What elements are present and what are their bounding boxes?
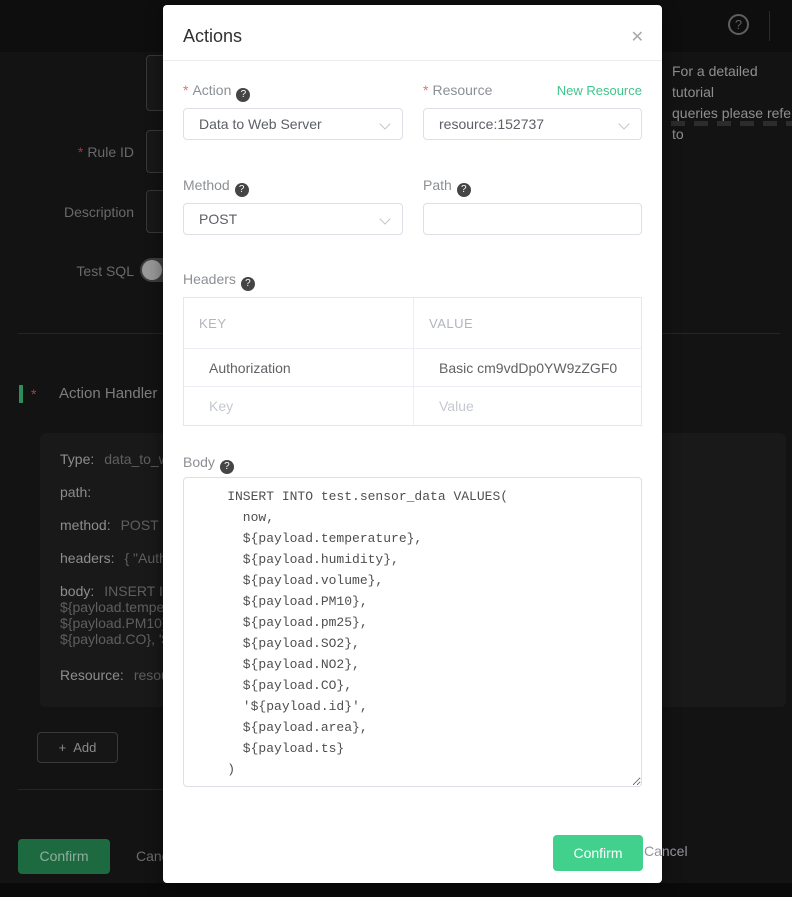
headers-label: Headers? xyxy=(183,271,255,291)
section-accent-bar xyxy=(19,385,23,403)
actions-modal: Actions ✕ *Action? *Resource New Resourc… xyxy=(163,5,662,883)
required-asterisk: * xyxy=(31,386,36,402)
card-row-body-wrap2: ${payload.PM10} xyxy=(60,615,167,631)
card-row-method: method:POST xyxy=(60,517,159,533)
header-key-cell[interactable]: Authorization xyxy=(184,349,414,387)
modal-header-divider xyxy=(163,60,662,61)
card-row-body-wrap1: ${payload.temper xyxy=(60,599,169,615)
card-row-type: Type:data_to_w xyxy=(60,451,169,467)
card-row-body-wrap3: ${payload.CO}, '$ xyxy=(60,631,169,647)
resource-select[interactable]: resource:152737 xyxy=(423,108,642,140)
close-icon[interactable]: ✕ xyxy=(631,27,644,47)
bottom-strip xyxy=(0,883,792,897)
plus-icon: + xyxy=(59,740,67,755)
new-header-key-input[interactable] xyxy=(209,387,403,425)
help-icon[interactable]: ? xyxy=(728,14,749,35)
rule-id-label: *Rule ID xyxy=(0,144,134,160)
path-input-wrap xyxy=(423,203,642,235)
key-column-header: KEY xyxy=(184,298,414,349)
header-value-cell[interactable]: Basic cm9vdDp0YW9zZGF0 xyxy=(414,349,641,387)
card-row-path: path: xyxy=(60,484,101,500)
path-input[interactable] xyxy=(424,204,641,234)
cancel-button[interactable]: Cancel xyxy=(644,843,688,859)
dashed-placeholder-row xyxy=(671,121,792,126)
resource-label: *Resource xyxy=(423,82,492,98)
headers-table-head: KEY VALUE xyxy=(184,298,641,349)
header-new-row xyxy=(184,387,641,425)
method-label: Method? xyxy=(183,177,249,197)
new-header-value-input[interactable] xyxy=(439,387,631,425)
body-label: Body? xyxy=(183,454,234,474)
help-icon[interactable]: ? xyxy=(235,183,249,197)
new-resource-link[interactable]: New Resource xyxy=(557,83,642,98)
tutorial-note: For a detailed tutorial queries please r… xyxy=(672,61,792,145)
card-row-resource: Resource:resou xyxy=(60,667,169,683)
action-select[interactable]: Data to Web Server xyxy=(183,108,403,140)
modal-title: Actions xyxy=(183,26,242,47)
description-label: Description xyxy=(0,204,134,220)
topbar-divider xyxy=(769,11,770,41)
value-column-header: VALUE xyxy=(414,298,641,349)
help-icon[interactable]: ? xyxy=(457,183,471,197)
bg-confirm-button[interactable]: Confirm xyxy=(18,839,110,874)
method-select[interactable]: POST xyxy=(183,203,403,235)
test-sql-label: Test SQL xyxy=(0,263,134,279)
card-row-body: body:INSERT IN xyxy=(60,583,173,599)
footer-divider xyxy=(18,789,163,790)
headers-table: KEY VALUE Authorization Basic cm9vdDp0YW… xyxy=(183,297,642,426)
card-row-headers: headers:{ "Auth xyxy=(60,550,167,566)
screen: ? For a detailed tutorial queries please… xyxy=(0,0,792,897)
toggle-knob xyxy=(142,260,162,280)
path-label: Path? xyxy=(423,177,471,197)
header-row: Authorization Basic cm9vdDp0YW9zZGF0 xyxy=(184,349,641,387)
chevron-down-icon xyxy=(381,120,389,128)
help-icon[interactable]: ? xyxy=(241,277,255,291)
action-handler-title: Action Handler xyxy=(59,385,157,402)
help-icon[interactable]: ? xyxy=(236,88,250,102)
chevron-down-icon xyxy=(620,120,628,128)
chevron-down-icon xyxy=(381,215,389,223)
confirm-button[interactable]: Confirm xyxy=(553,835,643,871)
required-asterisk: * xyxy=(78,144,83,160)
tutorial-note-line1: For a detailed tutorial xyxy=(672,61,792,103)
action-label: *Action? xyxy=(183,82,250,102)
body-textarea[interactable]: INSERT INTO test.sensor_data VALUES( now… xyxy=(183,477,642,787)
add-action-button[interactable]: +Add xyxy=(37,732,118,763)
help-icon[interactable]: ? xyxy=(220,460,234,474)
